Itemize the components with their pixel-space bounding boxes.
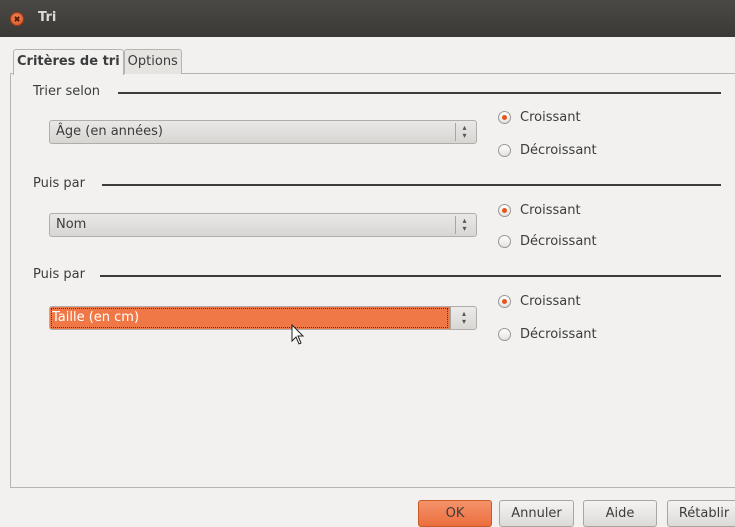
mouse-cursor-icon: [291, 323, 305, 345]
ok-button[interactable]: OK: [418, 500, 492, 527]
sort-key-1-value: Âge (en années): [56, 124, 164, 139]
radio-label: Croissant: [520, 110, 581, 125]
radio-label: Décroissant: [520, 143, 597, 158]
radio-icon: [498, 144, 511, 157]
tab-bar: Critères de tri Options: [13, 49, 182, 75]
radio-icon: [498, 295, 511, 308]
help-button[interactable]: Aide: [583, 500, 657, 527]
tab-options[interactable]: Options: [123, 49, 182, 74]
group-divider: [102, 184, 721, 186]
radio-label: Croissant: [520, 294, 581, 309]
radio-label: Croissant: [520, 203, 581, 218]
sort-key-3-descending-radio[interactable]: Décroissant: [498, 327, 597, 342]
sort-key-1-select[interactable]: Âge (en années) ▴ ▾: [49, 120, 477, 144]
radio-label: Décroissant: [520, 234, 597, 249]
close-icon[interactable]: [10, 12, 24, 26]
group-divider: [118, 92, 721, 94]
spin-arrows-icon: ▴ ▾: [455, 216, 473, 234]
sort-key-1-descending-radio[interactable]: Décroissant: [498, 143, 597, 158]
spin-arrows-icon: ▴ ▾: [461, 309, 466, 326]
group-divider: [100, 275, 721, 277]
radio-icon: [498, 111, 511, 124]
radio-icon: [498, 235, 511, 248]
sort-key-3-ascending-radio[interactable]: Croissant: [498, 294, 581, 309]
group-label-sort-key-2: Puis par: [33, 176, 89, 191]
sort-key-2-descending-radio[interactable]: Décroissant: [498, 234, 597, 249]
tab-sort-criteria[interactable]: Critères de tri: [13, 49, 124, 75]
window-title: Tri: [38, 10, 57, 25]
reset-button[interactable]: Rétablir: [667, 500, 735, 527]
radio-icon: [498, 204, 511, 217]
group-label-sort-key-3: Puis par: [33, 267, 89, 282]
group-label-sort-key-1: Trier selon: [33, 84, 105, 99]
sort-key-3-select[interactable]: Taille (en cm) ▴ ▾: [49, 306, 477, 330]
spin-arrows-icon: ▴ ▾: [455, 123, 473, 141]
sort-key-2-ascending-radio[interactable]: Croissant: [498, 203, 581, 218]
sort-key-1-ascending-radio[interactable]: Croissant: [498, 110, 581, 125]
sort-key-3-value: Taille (en cm): [52, 310, 140, 325]
radio-icon: [498, 328, 511, 341]
sort-key-2-value: Nom: [56, 217, 87, 232]
sort-key-2-select[interactable]: Nom ▴ ▾: [49, 213, 477, 237]
window-titlebar: Tri: [0, 0, 735, 37]
cancel-button[interactable]: Annuler: [499, 500, 574, 527]
radio-label: Décroissant: [520, 327, 597, 342]
